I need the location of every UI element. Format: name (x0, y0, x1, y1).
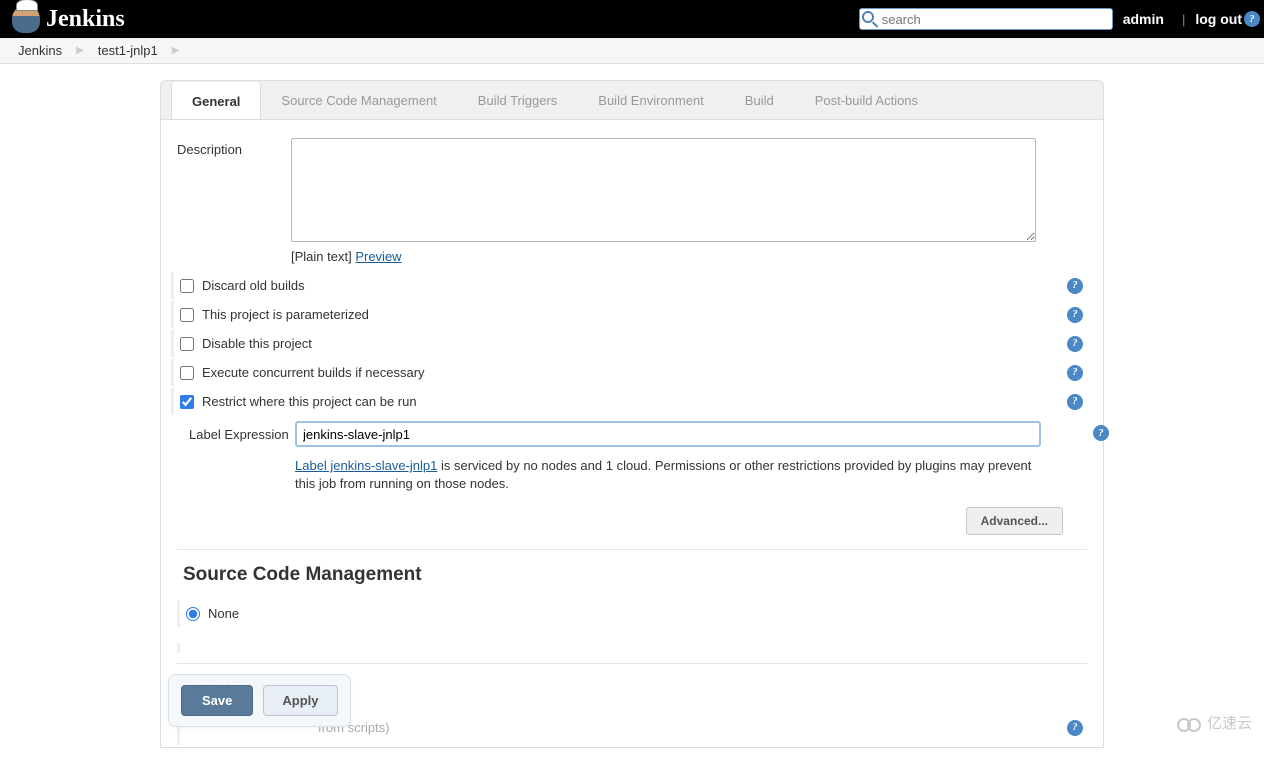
breadcrumb-item[interactable]: Jenkins (18, 43, 62, 58)
concurrent-builds-checkbox[interactable] (180, 366, 194, 380)
top-header: Jenkins ? admin | log out (0, 0, 1264, 38)
scm-heading: Source Code Management (183, 564, 1087, 586)
disable-project-checkbox[interactable] (180, 337, 194, 351)
logout-link[interactable]: log out (1195, 11, 1242, 27)
logo-text: Jenkins (46, 6, 125, 33)
bottom-button-bar: Save Apply (168, 674, 351, 727)
help-icon[interactable]: ? (1067, 307, 1083, 323)
checkbox-row: Execute concurrent builds if necessary ? (171, 359, 1087, 386)
breadcrumb: Jenkins ▶ test1-jnlp1 ▶ (0, 38, 1264, 64)
description-textarea[interactable] (291, 138, 1036, 242)
search-input[interactable] (878, 12, 1110, 27)
config-body: Description [Plain text] Preview Discard… (160, 120, 1104, 748)
help-icon[interactable]: ? (1244, 11, 1260, 27)
user-link[interactable]: admin (1123, 11, 1164, 27)
label-expression-row: Label Expression ? Label jenkins-slave-j… (171, 421, 1087, 493)
checkbox-label: This project is parameterized (202, 307, 369, 322)
tab-general[interactable]: General (171, 82, 261, 120)
checkbox-label: Disable this project (202, 336, 312, 351)
radio-row: None (177, 600, 1087, 627)
help-icon[interactable]: ? (1067, 720, 1083, 736)
section-divider (177, 663, 1087, 664)
checkbox-row: This project is parameterized ? (171, 301, 1087, 328)
header-separator: | (1182, 12, 1185, 27)
tab-build-triggers[interactable]: Build Triggers (458, 81, 578, 119)
tab-build-environment[interactable]: Build Environment (578, 81, 725, 119)
checkbox-row: Discard old builds ? (171, 272, 1087, 299)
help-icon[interactable]: ? (1067, 336, 1083, 352)
search-box[interactable] (859, 8, 1113, 30)
chevron-right-icon: ▶ (172, 45, 180, 56)
apply-button[interactable]: Apply (263, 685, 337, 716)
advanced-button[interactable]: Advanced... (966, 507, 1063, 535)
preview-link[interactable]: Preview (355, 249, 401, 264)
help-icon[interactable]: ? (1067, 394, 1083, 410)
help-icon[interactable]: ? (1067, 365, 1083, 381)
config-panel: General Source Code Management Build Tri… (160, 80, 1104, 748)
tab-scm[interactable]: Source Code Management (261, 81, 457, 119)
checkbox-row: Restrict where this project can be run ? (171, 388, 1087, 415)
parameterized-checkbox[interactable] (180, 308, 194, 322)
help-icon[interactable]: ? (1093, 425, 1109, 441)
watermark: 亿速云 (1177, 712, 1252, 733)
save-button[interactable]: Save (181, 685, 253, 716)
radio-label: None (208, 606, 239, 621)
config-tabs: General Source Code Management Build Tri… (160, 80, 1104, 120)
watermark-text: 亿速云 (1207, 712, 1252, 733)
checkbox-label: Discard old builds (202, 278, 305, 293)
description-label: Description (177, 138, 287, 157)
help-icon[interactable]: ? (1067, 278, 1083, 294)
tab-post-build[interactable]: Post-build Actions (795, 81, 939, 119)
label-link[interactable]: Label jenkins-slave-jnlp1 (295, 458, 437, 473)
breadcrumb-item[interactable]: test1-jnlp1 (98, 43, 158, 58)
search-icon (862, 11, 878, 27)
tab-build[interactable]: Build (725, 81, 795, 119)
description-row: Description [Plain text] Preview (177, 138, 1087, 264)
scm-none-radio[interactable] (186, 607, 200, 621)
jenkins-logo[interactable]: Jenkins (12, 5, 125, 33)
jenkins-mascot-icon (12, 5, 40, 33)
plain-text-indicator: [Plain text] (291, 249, 352, 264)
label-expression-input[interactable] (295, 421, 1041, 447)
discard-old-builds-checkbox[interactable] (180, 279, 194, 293)
cloud-icon (1177, 715, 1203, 731)
section-divider (177, 549, 1087, 550)
validation-message: Label jenkins-slave-jnlp1 is serviced by… (295, 457, 1035, 493)
chevron-right-icon: ▶ (76, 45, 84, 56)
label-expression-label: Label Expression (189, 421, 295, 442)
checkbox-label: Execute concurrent builds if necessary (202, 365, 425, 380)
checkbox-row: Disable this project ? (171, 330, 1087, 357)
checkbox-label: Restrict where this project can be run (202, 394, 417, 409)
restrict-run-checkbox[interactable] (180, 395, 194, 409)
